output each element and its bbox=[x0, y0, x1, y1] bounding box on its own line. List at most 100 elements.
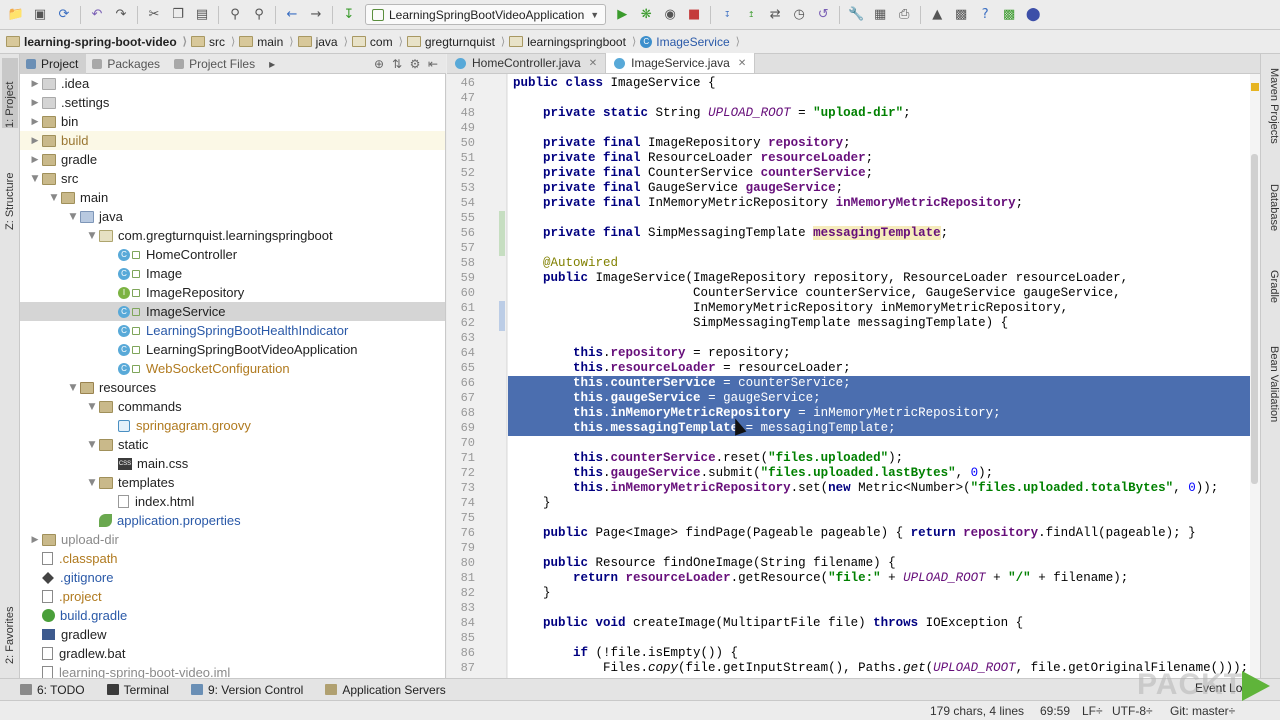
tree-item[interactable]: C ImageService bbox=[20, 302, 445, 321]
collapse-all-icon[interactable]: ⇅ bbox=[388, 57, 406, 71]
redo-icon[interactable]: ↷ bbox=[110, 4, 132, 26]
code-line[interactable]: public class ImageService { bbox=[508, 76, 1250, 91]
breadcrumb-item-main[interactable]: main ⟩ bbox=[239, 35, 297, 49]
tool-tab-project[interactable]: 1: Project bbox=[2, 58, 18, 128]
coverage-icon[interactable]: ◉ bbox=[659, 4, 681, 26]
git-branch[interactable]: Git: master÷ bbox=[1170, 704, 1235, 718]
tree-item[interactable]: ▼ com.gregturnquist.learningspringboot bbox=[20, 226, 445, 245]
replace-icon[interactable]: ⚲ bbox=[248, 4, 270, 26]
make-project-icon[interactable]: ↧ bbox=[338, 4, 360, 26]
tasks-icon[interactable]: ⬤ bbox=[1022, 4, 1044, 26]
tool-tab-todo[interactable]: 6: TODO bbox=[20, 683, 85, 697]
code-line[interactable]: private final GaugeService gaugeService; bbox=[508, 181, 1250, 196]
tree-item[interactable]: ▶ gradle bbox=[20, 150, 445, 169]
tree-item[interactable]: I ImageRepository bbox=[20, 283, 445, 302]
paste-icon[interactable]: ▤ bbox=[191, 4, 213, 26]
code-line[interactable]: private final InMemoryMetricRepository i… bbox=[508, 196, 1250, 211]
warning-marker[interactable] bbox=[1251, 83, 1259, 91]
collapsed-arrow-icon[interactable]: ▶ bbox=[28, 155, 42, 165]
code-line[interactable]: private final SimpMessagingTemplate mess… bbox=[508, 226, 1250, 241]
tree-item[interactable]: gradlew bbox=[20, 625, 445, 644]
undo-icon[interactable]: ↶ bbox=[86, 4, 108, 26]
tree-item[interactable]: ▼ templates bbox=[20, 473, 445, 492]
code-line[interactable]: public ImageService(ImageRepository repo… bbox=[508, 271, 1250, 286]
expanded-arrow-icon[interactable]: ▼ bbox=[66, 383, 80, 393]
collapsed-arrow-icon[interactable]: ▶ bbox=[28, 136, 42, 146]
code-line[interactable]: InMemoryMetricRepository inMemoryMetricR… bbox=[508, 301, 1250, 316]
code-line[interactable]: this.counterService = counterService; bbox=[508, 376, 1250, 391]
expanded-arrow-icon[interactable]: ▼ bbox=[66, 212, 80, 222]
expanded-arrow-icon[interactable]: ▼ bbox=[28, 174, 42, 184]
tree-item[interactable]: C LearningSpringBootVideoApplication bbox=[20, 340, 445, 359]
code-line[interactable]: this.gaugeService.submit("files.uploaded… bbox=[508, 466, 1250, 481]
tree-item[interactable]: build.gradle bbox=[20, 606, 445, 625]
breadcrumb-item-project[interactable]: learning-spring-boot-video ⟩ bbox=[6, 35, 191, 49]
expanded-arrow-icon[interactable]: ▼ bbox=[85, 231, 99, 241]
close-icon[interactable]: ✕ bbox=[589, 58, 597, 69]
tree-item[interactable]: index.html bbox=[20, 492, 445, 511]
save-icon[interactable]: ▣ bbox=[29, 4, 51, 26]
tool-tab-gradle[interactable]: Gradle bbox=[1264, 270, 1280, 330]
tree-item[interactable]: ▶ build bbox=[20, 131, 445, 150]
line-separator[interactable]: LF÷ bbox=[1082, 704, 1103, 718]
cut-icon[interactable]: ✂ bbox=[143, 4, 165, 26]
tool-tab-maven-projects[interactable]: Maven Projects bbox=[1264, 68, 1280, 168]
tool-tab-bean-validation[interactable]: Bean Validation bbox=[1264, 346, 1280, 456]
tree-item[interactable]: ▶ bin bbox=[20, 112, 445, 131]
code-line[interactable]: private static String UPLOAD_ROOT = "upl… bbox=[508, 106, 1250, 121]
scrollbar-thumb[interactable] bbox=[1251, 154, 1258, 484]
find-icon[interactable]: ⚲ bbox=[224, 4, 246, 26]
code-line[interactable]: return resourceLoader.getResource("file:… bbox=[508, 571, 1250, 586]
tree-item[interactable]: ▶ .idea bbox=[20, 74, 445, 93]
open-folder-icon[interactable]: 📁 bbox=[5, 4, 27, 26]
device-icon[interactable]: ▩ bbox=[950, 4, 972, 26]
tab-project-files[interactable]: Project Files bbox=[168, 54, 263, 74]
expanded-arrow-icon[interactable]: ▼ bbox=[85, 402, 99, 412]
tree-item[interactable]: C HomeController bbox=[20, 245, 445, 264]
tree-item[interactable]: ▶ .settings bbox=[20, 93, 445, 112]
collapsed-arrow-icon[interactable]: ▶ bbox=[28, 535, 42, 545]
tree-item[interactable]: CSS main.css bbox=[20, 454, 445, 473]
more-tabs-arrow-icon[interactable]: ▸ bbox=[263, 54, 283, 74]
file-encoding[interactable]: UTF-8÷ bbox=[1112, 704, 1153, 718]
expanded-arrow-icon[interactable]: ▼ bbox=[85, 440, 99, 450]
code-line[interactable]: public Page<Image> findPage(Pageable pag… bbox=[508, 526, 1250, 541]
tree-item[interactable]: .project bbox=[20, 587, 445, 606]
tab-project[interactable]: Project bbox=[20, 53, 87, 74]
tree-item[interactable]: learning-spring-boot-video.iml bbox=[20, 663, 445, 678]
code-editor[interactable]: public class ImageService { private stat… bbox=[508, 74, 1250, 678]
vcs-update-icon[interactable]: ↧ bbox=[716, 4, 738, 26]
run-icon[interactable]: ▶ bbox=[611, 4, 633, 26]
tree-item[interactable]: ▼ static bbox=[20, 435, 445, 454]
hide-panel-icon[interactable]: ⇤ bbox=[424, 57, 442, 71]
code-line[interactable]: } bbox=[508, 496, 1250, 511]
vcs-change-marker[interactable] bbox=[499, 211, 505, 256]
code-line[interactable]: this.messagingTemplate = messagingTempla… bbox=[508, 421, 1250, 436]
code-line[interactable]: this.repository = repository; bbox=[508, 346, 1250, 361]
code-line[interactable] bbox=[508, 91, 1250, 106]
code-line[interactable]: CounterService counterService, GaugeServ… bbox=[508, 286, 1250, 301]
tab-packages[interactable]: Packages bbox=[86, 54, 168, 74]
close-icon[interactable]: ✕ bbox=[738, 58, 746, 69]
code-line[interactable] bbox=[508, 331, 1250, 346]
code-line[interactable] bbox=[508, 241, 1250, 256]
code-line[interactable]: public Resource findOneImage(String file… bbox=[508, 556, 1250, 571]
gear-icon[interactable]: ⚙ bbox=[406, 57, 424, 71]
tree-item[interactable]: .classpath bbox=[20, 549, 445, 568]
code-line[interactable]: @Autowired bbox=[508, 256, 1250, 271]
code-line[interactable] bbox=[508, 631, 1250, 646]
tool-tab-favorites[interactable]: 2: Favorites bbox=[2, 584, 18, 664]
collapsed-arrow-icon[interactable]: ▶ bbox=[28, 79, 42, 89]
vcs-revert-icon[interactable]: ↺ bbox=[812, 4, 834, 26]
code-line[interactable]: public void createImage(MultipartFile fi… bbox=[508, 616, 1250, 631]
code-line[interactable] bbox=[508, 436, 1250, 451]
code-line[interactable]: this.resourceLoader = resourceLoader; bbox=[508, 361, 1250, 376]
breadcrumb-item-com[interactable]: com ⟩ bbox=[351, 35, 407, 49]
tree-item[interactable]: C WebSocketConfiguration bbox=[20, 359, 445, 378]
tree-item[interactable]: application.properties bbox=[20, 511, 445, 530]
code-line[interactable]: this.inMemoryMetricRepository = inMemory… bbox=[508, 406, 1250, 421]
plugin-icon[interactable]: ▩ bbox=[998, 4, 1020, 26]
expanded-arrow-icon[interactable]: ▼ bbox=[47, 193, 61, 203]
code-line[interactable]: } bbox=[508, 586, 1250, 601]
project-structure-icon[interactable]: ▦ bbox=[869, 4, 891, 26]
